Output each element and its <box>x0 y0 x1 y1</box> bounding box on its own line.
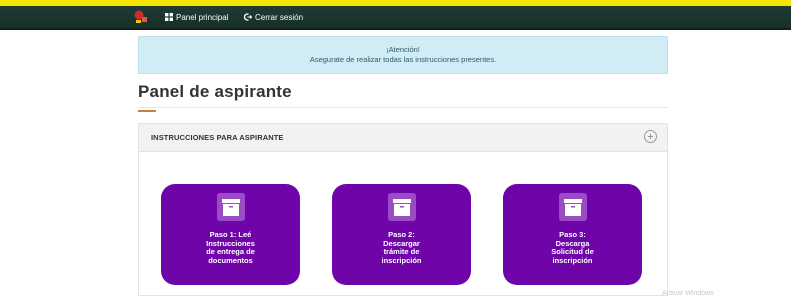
step-2-label: Paso 2: Descargar trámite de inscripción <box>381 230 422 265</box>
step-2-button[interactable]: Paso 2: Descargar trámite de inscripción <box>332 184 471 285</box>
page-title: Panel de aspirante <box>138 82 292 101</box>
attention-alert: ¡Atención! Asegurate de realizar todas l… <box>138 36 668 74</box>
windows-activation-watermark: Activar Windows <box>662 290 714 297</box>
instructions-card-header[interactable]: INSTRUCCIONES PARA ASPIRANTE <box>139 124 667 152</box>
plus-circle-icon[interactable] <box>644 130 657 143</box>
grid-icon <box>165 13 173 21</box>
archive-box-icon <box>388 193 416 221</box>
logout-icon <box>244 13 252 21</box>
step-3-label: Paso 3: Descarga Solicitud de inscripció… <box>551 230 594 265</box>
step-1-button[interactable]: Paso 1: Leé Instrucciones de entrega de … <box>161 184 300 285</box>
instructions-card-title: INSTRUCCIONES PARA ASPIRANTE <box>151 133 284 142</box>
step-1-label: Paso 1: Leé Instrucciones de entrega de … <box>206 230 255 265</box>
alert-message: Asegurate de realizar todas las instrucc… <box>309 55 497 64</box>
title-divider <box>138 107 668 108</box>
archive-box-icon <box>217 193 245 221</box>
nav-logout-label: Cerrar sesión <box>255 12 304 22</box>
nav-logout[interactable]: Cerrar sesión <box>244 9 303 25</box>
nav-panel-label: Panel principal <box>176 12 229 22</box>
logo-icon[interactable] <box>133 9 149 25</box>
alert-heading: ¡Atención! <box>386 45 420 54</box>
archive-box-icon <box>559 193 587 221</box>
title-accent-bar <box>138 110 156 112</box>
top-navbar: Panel principal Cerrar sesión <box>0 6 791 30</box>
nav-panel-principal[interactable]: Panel principal <box>165 9 228 25</box>
step-3-button[interactable]: Paso 3: Descarga Solicitud de inscripció… <box>503 184 642 285</box>
